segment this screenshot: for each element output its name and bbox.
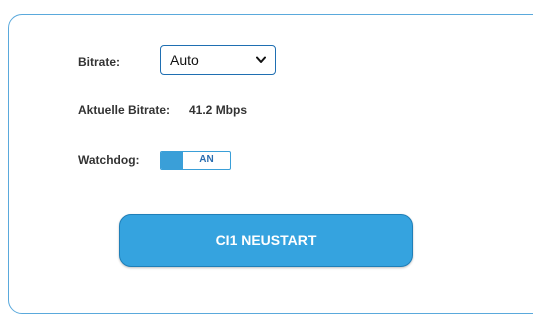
bitrate-label: Bitrate: — [78, 55, 121, 69]
toggle-knob — [161, 152, 183, 169]
toggle-state-text: AN — [199, 154, 214, 165]
bitrate-select[interactable]: Auto — [160, 45, 276, 75]
ci1-restart-button[interactable]: CI1 NEUSTART — [119, 214, 413, 267]
chevron-down-icon — [256, 56, 266, 63]
current-bitrate-value: 41.2 Mbps — [189, 103, 248, 117]
bitrate-select-value: Auto — [170, 52, 199, 68]
watchdog-toggle[interactable]: AN — [160, 151, 231, 170]
current-bitrate-label: Aktuelle Bitrate: — [78, 103, 171, 117]
watchdog-label: Watchdog: — [78, 153, 140, 167]
